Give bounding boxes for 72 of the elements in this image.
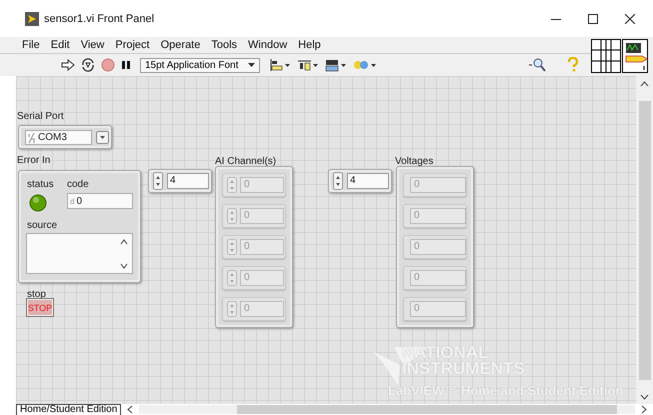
- spinner-icon: [227, 301, 237, 317]
- spinner-icon: [227, 239, 237, 255]
- scroll-down-icon[interactable]: [120, 263, 128, 269]
- window-title: sensor1.vi Front Panel: [44, 12, 154, 24]
- menu-item[interactable]: File: [22, 39, 40, 51]
- numeric-indicator: 0: [410, 208, 466, 224]
- search-icon[interactable]: [529, 57, 547, 73]
- status-led[interactable]: [29, 194, 47, 212]
- serial-port-control[interactable]: COM3: [18, 125, 112, 149]
- numeric-indicator: 0: [410, 239, 466, 255]
- menu-item[interactable]: Operate: [160, 39, 200, 51]
- numeric-control: 0: [240, 270, 284, 286]
- panel-tab[interactable]: Home/Student Edition: [16, 404, 122, 415]
- font-dropdown[interactable]: 15pt Application Font: [140, 58, 260, 72]
- index-field[interactable]: 4: [167, 173, 209, 189]
- serial-port-value: COM3: [38, 132, 67, 143]
- array-index-control[interactable]: 4: [328, 169, 392, 193]
- close-icon[interactable]: [625, 14, 635, 24]
- scroll-right-icon[interactable]: [641, 405, 647, 414]
- pause-icon[interactable]: [121, 60, 131, 70]
- run-arrow-icon[interactable]: [61, 59, 75, 71]
- vertical-scrollbar[interactable]: [636, 76, 653, 404]
- array-index-control[interactable]: 4: [148, 169, 212, 193]
- numeric-indicator: 0: [410, 270, 466, 286]
- spinner-icon: [227, 208, 237, 224]
- resource-icon: [28, 132, 35, 144]
- numeric-indicator: 0: [410, 177, 466, 193]
- dropdown-button[interactable]: [96, 131, 109, 144]
- vi-icon[interactable]: [622, 39, 648, 73]
- scroll-left-icon[interactable]: [127, 405, 134, 414]
- align-icon[interactable]: [269, 58, 291, 72]
- array-label: AI Channel(s): [215, 156, 276, 167]
- run-continuously-icon[interactable]: [81, 58, 95, 72]
- array-label: Voltages: [395, 156, 434, 167]
- field-label: source: [27, 220, 58, 231]
- connector-pane-icon[interactable]: [591, 39, 621, 73]
- index-field[interactable]: 4: [347, 173, 389, 189]
- reorder-icon[interactable]: [353, 58, 377, 72]
- abort-icon[interactable]: [101, 58, 115, 72]
- menu-item[interactable]: Edit: [50, 39, 70, 51]
- distribute-icon[interactable]: [297, 58, 319, 72]
- numeric-control: 0: [240, 239, 284, 255]
- scroll-up-icon[interactable]: [640, 81, 649, 87]
- code-field[interactable]: d 0: [67, 193, 133, 209]
- control-label: stop: [27, 289, 46, 300]
- spinner-icon[interactable]: [333, 172, 343, 190]
- menu-item[interactable]: Help: [298, 39, 321, 51]
- spinner-icon: [227, 270, 237, 286]
- maximize-icon[interactable]: [588, 14, 598, 24]
- scroll-up-icon[interactable]: [120, 239, 128, 245]
- scroll-down-icon[interactable]: [640, 394, 649, 400]
- scroll-thumb[interactable]: [638, 101, 650, 380]
- numeric-control: 0: [240, 208, 284, 224]
- menu-item[interactable]: Project: [115, 39, 150, 51]
- radix-label: d: [70, 196, 74, 206]
- menu-item[interactable]: View: [80, 39, 104, 51]
- menu-item[interactable]: Tools: [211, 39, 238, 51]
- control-label: Serial Port: [17, 111, 64, 122]
- numeric-indicator: 0: [410, 301, 466, 317]
- numeric-control: 0: [240, 177, 284, 193]
- code-value: 0: [76, 196, 82, 206]
- menu-item[interactable]: Window: [248, 39, 288, 51]
- spinner-icon: [227, 177, 237, 193]
- field-label: status: [27, 179, 54, 190]
- app-icon: [25, 12, 39, 26]
- control-label: Error In: [17, 155, 50, 166]
- field-label: code: [67, 179, 89, 190]
- caret-icon: [248, 63, 255, 67]
- scroll-thumb[interactable]: [237, 405, 618, 414]
- spinner-icon[interactable]: [153, 172, 163, 190]
- numeric-control: 0: [240, 301, 284, 317]
- resize-icon[interactable]: [325, 58, 347, 72]
